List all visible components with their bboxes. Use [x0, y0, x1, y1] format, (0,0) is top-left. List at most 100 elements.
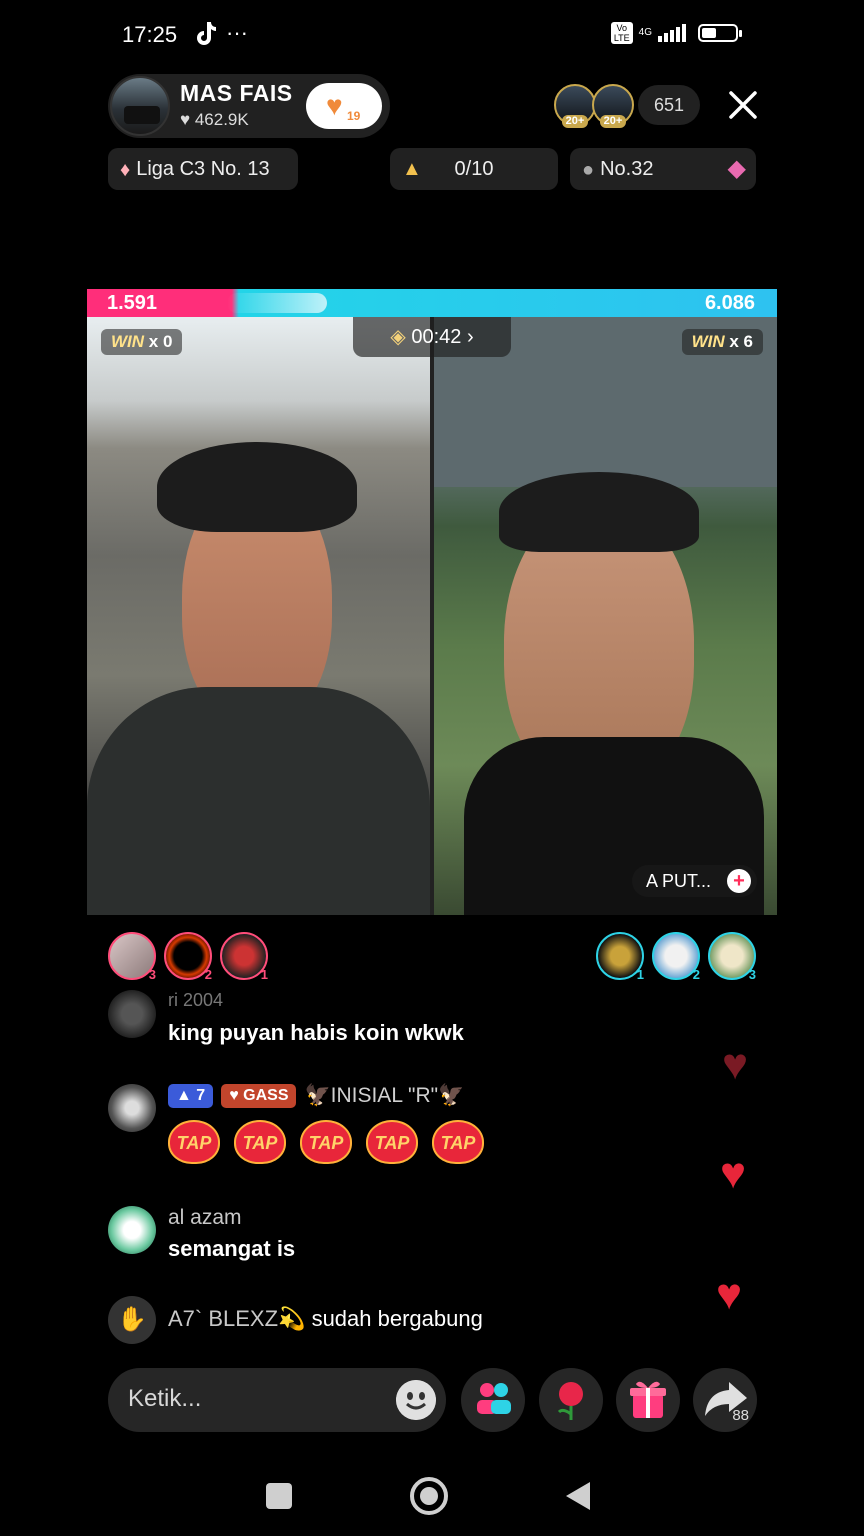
volte-icon: Vo LTE [610, 22, 633, 44]
chat-avatar[interactable] [108, 1084, 156, 1132]
guest-video[interactable]: WIN x 6 A PUT... + [434, 317, 777, 915]
comment-input[interactable]: Ketik... [108, 1368, 446, 1432]
right-win-count: WIN x 6 [681, 329, 763, 355]
back-icon[interactable] [566, 1482, 590, 1510]
diamond-icon: ♦ [120, 158, 131, 181]
battle-score-bar: 1.591 6.086 [87, 289, 777, 317]
score-streak [227, 293, 327, 313]
tap-stickers: TAP TAP TAP TAP TAP [168, 1120, 484, 1164]
top-viewers[interactable]: 20+ 20+ 651 [553, 84, 700, 128]
floating-heart-icon: ♥ [722, 1040, 749, 1089]
tap-sticker: TAP [432, 1120, 484, 1164]
gift-icon [630, 1381, 666, 1418]
status-time: 17:25 [122, 22, 178, 47]
fan-badge: ♥ GASS [221, 1084, 297, 1108]
chat-avatar[interactable] [108, 990, 156, 1038]
tap-sticker: TAP [300, 1120, 352, 1164]
share-count: 88 [732, 1407, 749, 1424]
signal-icon [658, 24, 686, 42]
rank-badge[interactable]: ● No.32 ◆ [570, 148, 756, 190]
guest-follow-tag[interactable]: A PUT... + [631, 865, 757, 897]
chat-meta: ▲ 7 ♥ GASS 🦅INISIAL "R"🦅 [168, 1084, 464, 1108]
gifter-rank: 1 [260, 967, 268, 982]
heart-icon: ♥ [326, 90, 343, 121]
viewer-avatar[interactable]: 20+ [591, 84, 634, 128]
gifter-rank: 1 [636, 967, 644, 982]
plus-icon[interactable]: + [727, 869, 751, 893]
people-icon [477, 1383, 511, 1414]
host-likes-count: 462.9K [194, 110, 249, 129]
status-bar: 17:25 ··· Vo LTE 4G [0, 18, 864, 54]
status-indicators: Vo LTE 4G [610, 22, 742, 44]
chevron-right-icon: › [466, 326, 474, 348]
gifter-rank: 3 [748, 967, 756, 982]
join-text: A7` BLEXZ💫 sudah bergabung [168, 1306, 483, 1332]
guest-hair [499, 472, 699, 552]
gifter-avatar[interactable]: 3 [108, 932, 156, 982]
gem-icon: ◆ [727, 155, 746, 182]
rose-gift-button[interactable] [539, 1368, 603, 1432]
heart-icon: ♥ [180, 110, 191, 129]
host-video[interactable]: WIN x 0 [87, 317, 430, 915]
join-message: sudah bergabung [311, 1306, 483, 1331]
chat-avatar[interactable] [108, 1206, 156, 1254]
host-likes: ♥ 462.9K [180, 110, 249, 130]
guest-invite-button[interactable] [461, 1368, 525, 1432]
left-top-gifters: 3 2 1 [108, 932, 268, 982]
guest-name: A PUT... [645, 871, 711, 891]
floating-heart-icon: ♥ [720, 1149, 747, 1198]
viewer-avatar[interactable]: 20+ [553, 84, 596, 128]
network-type: 4G [638, 27, 652, 38]
host-name: MAS FAIS [180, 80, 293, 106]
diamond-icon: ◈ [390, 326, 406, 348]
fan-club-button[interactable]: ♥ 19 [306, 83, 382, 129]
status-more: ··· [226, 20, 248, 45]
league-badge[interactable]: ♦ Liga C3 No. 13 [108, 148, 298, 190]
battle-videos: WIN x 0 WIN x 6 A PUT... + ◈ 00:42 › [87, 317, 777, 915]
user-level-badge: ▲ 7 [168, 1084, 214, 1108]
rank-label: No.32 [600, 158, 654, 180]
gifter-avatar[interactable]: 2 [652, 932, 700, 982]
chat-text: king puyan habis koin wkwk [168, 1020, 464, 1045]
comment-placeholder: Ketik... [128, 1385, 202, 1412]
close-icon[interactable] [726, 88, 760, 122]
viewer-count[interactable]: 651 [637, 85, 700, 125]
ranking-avatar-icon: ● [582, 158, 595, 181]
goal-label: 0/10 [454, 158, 494, 180]
tap-sticker: TAP [234, 1120, 286, 1164]
chat-text: semangat is [168, 1236, 296, 1261]
gifter-avatar[interactable]: 3 [708, 932, 756, 982]
fan-club-count: 19 [347, 109, 361, 123]
video-divider [430, 317, 434, 915]
hat-icon: ▲ [402, 158, 422, 180]
host-hair [157, 442, 357, 532]
recent-apps-icon[interactable] [266, 1483, 292, 1509]
gift-button[interactable] [616, 1368, 680, 1432]
tiktok-icon [197, 22, 216, 45]
battery-icon [698, 24, 742, 42]
viewer-level: 20+ [561, 115, 588, 128]
wave-hand-icon: ✋ [108, 1296, 156, 1344]
share-button[interactable]: 88 [693, 1368, 757, 1432]
gifter-avatar[interactable]: 2 [164, 932, 212, 982]
chat-username[interactable]: ri 2004 [168, 990, 223, 1011]
tap-sticker: TAP [168, 1120, 220, 1164]
chat-username[interactable]: al azam [168, 1206, 242, 1230]
system-nav-bar [0, 1476, 864, 1516]
goal-badge[interactable]: ▲ 0/10 [390, 148, 558, 190]
join-username[interactable]: A7` BLEXZ💫 [168, 1306, 305, 1331]
home-icon[interactable] [410, 1477, 448, 1515]
battle-timer[interactable]: ◈ 00:42 › [353, 317, 511, 357]
host-info[interactable]: MAS FAIS ♥ 462.9K ♥ 19 [108, 74, 390, 138]
left-win-count: WIN x 0 [101, 329, 183, 355]
emoji-icon[interactable] [396, 1380, 436, 1420]
left-score: 1.591 [107, 292, 158, 314]
gifter-avatar[interactable]: 1 [220, 932, 268, 982]
right-top-gifters: 1 2 3 [596, 932, 756, 982]
tap-sticker: TAP [366, 1120, 418, 1164]
rose-icon [557, 1382, 583, 1420]
chat-username[interactable]: 🦅INISIAL "R"🦅 [304, 1084, 464, 1108]
gifter-avatar[interactable]: 1 [596, 932, 644, 982]
host-avatar[interactable] [110, 76, 170, 136]
gifter-rank: 2 [204, 967, 212, 982]
